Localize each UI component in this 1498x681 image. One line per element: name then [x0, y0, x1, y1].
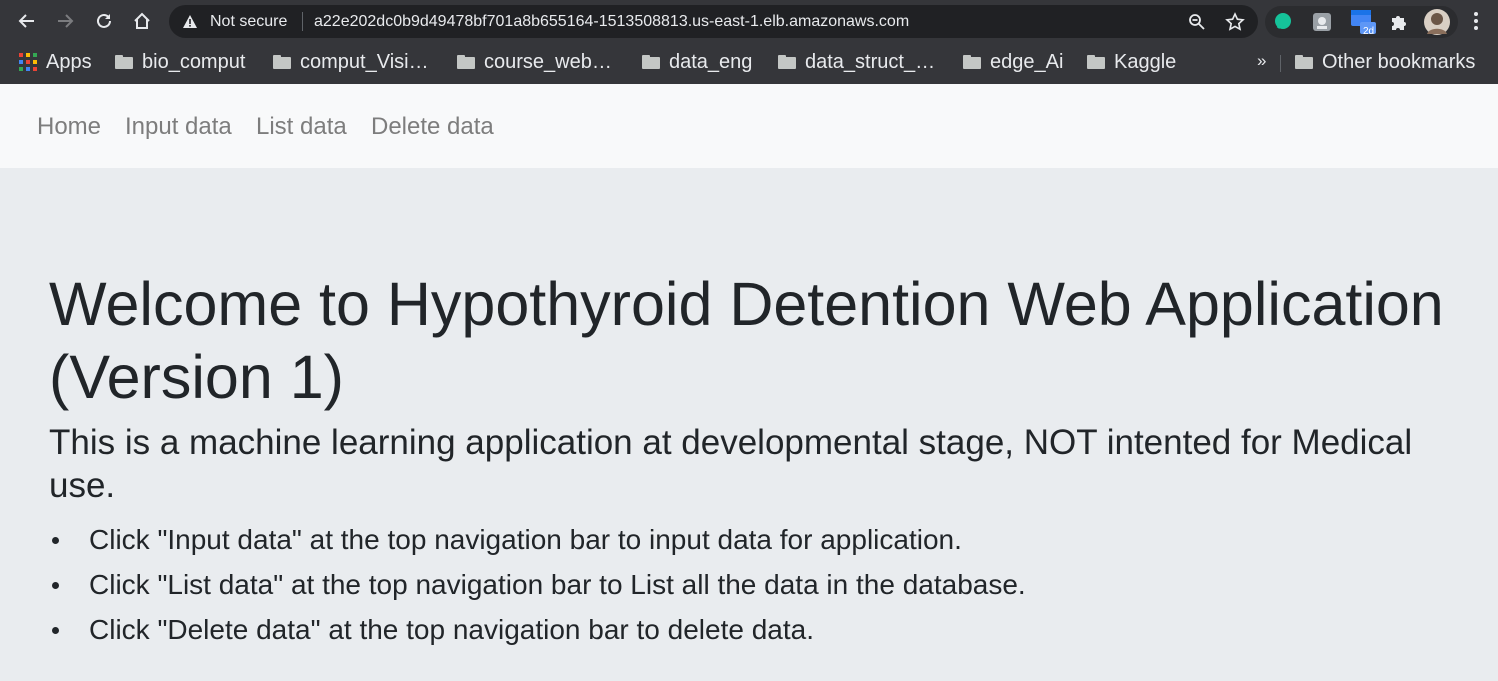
nav-list-data-link[interactable]: List data	[256, 113, 347, 141]
address-divider	[302, 12, 303, 31]
folder-icon	[273, 55, 291, 69]
site-navbar: Home Input data List data Delete data	[0, 84, 1498, 168]
bookmark-label: Kaggle	[1114, 50, 1177, 73]
instruction-item: Click "List data" at the top navigation …	[49, 562, 1469, 607]
bookmark-edge-ai[interactable]: edge_Ai	[963, 50, 1063, 74]
extension-badge: 2d	[1363, 26, 1375, 37]
bookmark-data-struct[interactable]: data_struct_…	[778, 50, 935, 74]
bookmark-label: Other bookmarks	[1322, 50, 1476, 73]
bookmark-kaggle[interactable]: Kaggle	[1087, 50, 1176, 74]
avatar	[1424, 9, 1450, 35]
browser-chrome: Not secure a22e202dc0b9d49478bf701a8b655…	[0, 0, 1498, 84]
apps-grid-icon	[19, 53, 37, 71]
camera-square-icon	[1313, 13, 1331, 31]
zoom-icon[interactable]	[1188, 13, 1206, 31]
bookmark-comput-visi[interactable]: comput_Visi…	[273, 50, 429, 74]
warning-icon	[183, 15, 197, 28]
calendar-extension-button[interactable]: 2d	[1350, 10, 1376, 37]
bookmark-apps[interactable]: Apps	[19, 50, 92, 74]
home-button[interactable]	[128, 7, 156, 35]
nav-delete-data-link[interactable]: Delete data	[371, 113, 494, 141]
grammar-extension-button[interactable]	[1273, 12, 1293, 32]
page-title: Welcome to Hypothyroid Detention Web App…	[49, 270, 1444, 411]
profile-avatar-button[interactable]	[1423, 8, 1451, 36]
puzzle-icon	[1392, 16, 1406, 30]
security-status[interactable]: Not secure	[210, 13, 287, 31]
extensions-area: 2d	[1265, 6, 1458, 38]
home-icon	[134, 12, 150, 29]
nav-input-data-link[interactable]: Input data	[125, 113, 232, 141]
nav-home-link[interactable]: Home	[37, 113, 101, 141]
reload-button[interactable]	[90, 7, 118, 35]
screenshot-extension-button[interactable]	[1312, 12, 1332, 32]
forward-button[interactable]	[51, 7, 79, 35]
menu-kebab-icon[interactable]	[1466, 9, 1486, 33]
extensions-button[interactable]	[1389, 12, 1409, 32]
bookmark-course-web[interactable]: course_web…	[457, 50, 612, 74]
bookmarks-bar: Apps bio_comput comput_Visi… course_web……	[0, 42, 1498, 84]
bookmark-label: edge_Ai	[990, 50, 1064, 73]
bookmark-label: course_web…	[484, 50, 612, 73]
back-button[interactable]	[13, 7, 41, 35]
folder-icon	[1087, 55, 1105, 69]
folder-icon	[642, 55, 660, 69]
bookmark-label: bio_comput	[142, 50, 246, 73]
folder-icon	[778, 55, 796, 69]
bookmark-label: comput_Visi…	[300, 50, 429, 73]
bookmark-bio-comput[interactable]: bio_comput	[115, 50, 245, 74]
address-bar[interactable]: Not secure a22e202dc0b9d49478bf701a8b655…	[169, 5, 1258, 38]
bookmark-label: data_struct_…	[805, 50, 936, 73]
bookmark-label: data_eng	[669, 50, 753, 73]
folder-icon	[115, 55, 133, 69]
folder-icon	[1295, 55, 1313, 69]
other-bookmarks[interactable]: Other bookmarks	[1295, 50, 1475, 74]
reload-icon	[97, 13, 111, 28]
bookmark-data-eng[interactable]: data_eng	[642, 50, 752, 74]
bookmarks-overflow-button[interactable]: »	[1257, 51, 1266, 71]
bookmark-star-icon[interactable]	[1225, 12, 1245, 32]
instruction-list: Click "Input data" at the top navigation…	[49, 517, 1469, 652]
back-arrow-icon	[18, 14, 34, 28]
green-bubble-icon	[1275, 13, 1291, 29]
folder-icon	[457, 55, 475, 69]
instruction-item: Click "Input data" at the top navigation…	[49, 517, 1469, 562]
bookmark-label: Apps	[46, 50, 92, 73]
forward-arrow-icon	[58, 14, 74, 28]
browser-toolbar: Not secure a22e202dc0b9d49478bf701a8b655…	[0, 0, 1498, 42]
folder-icon	[963, 55, 981, 69]
lead-text: This is a machine learning application a…	[49, 423, 1413, 505]
url-text[interactable]: a22e202dc0b9d49478bf701a8b655164-1513508…	[314, 13, 909, 31]
bookmarks-divider	[1280, 55, 1281, 72]
instruction-item: Click "Delete data" at the top navigatio…	[49, 607, 1469, 652]
